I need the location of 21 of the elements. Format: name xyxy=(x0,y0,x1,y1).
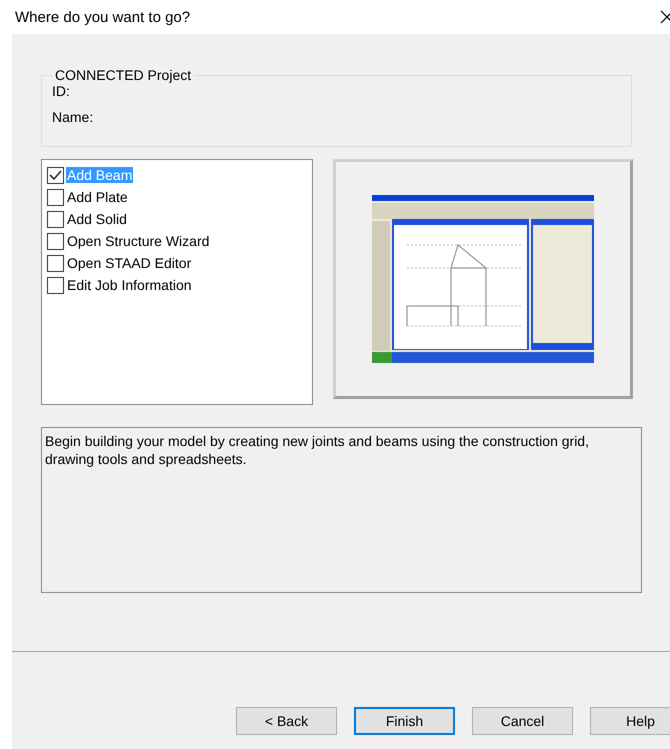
option-item[interactable]: Add Plate xyxy=(66,189,129,205)
option-item[interactable]: Open STAAD Editor xyxy=(66,255,192,271)
checkbox[interactable] xyxy=(47,232,64,250)
checkbox[interactable] xyxy=(47,210,64,228)
option-item[interactable]: Edit Job Information xyxy=(66,277,193,293)
field-label: Name: xyxy=(52,109,94,125)
dialog-button[interactable]: Help xyxy=(590,707,670,735)
option-item[interactable]: Add Solid xyxy=(66,211,128,227)
option-item[interactable]: Open Structure Wizard xyxy=(66,233,210,249)
checkbox[interactable] xyxy=(47,166,64,184)
dialog-button[interactable]: Finish xyxy=(354,707,455,735)
description-text: Begin building your model by creating new joints and beams using the construction grid, drawing tools and spreadsheets. xyxy=(41,427,642,593)
window-title: Where do you want to go? xyxy=(15,8,190,26)
dialog-button[interactable]: < Back xyxy=(236,707,337,735)
checkbox[interactable] xyxy=(47,254,64,272)
dialog-button[interactable]: Cancel xyxy=(472,707,573,735)
group-legend: CONNECTED Project xyxy=(52,67,194,83)
checkbox[interactable] xyxy=(47,188,64,206)
close-icon[interactable] xyxy=(658,10,670,24)
checkbox[interactable] xyxy=(47,276,64,294)
field-label: ID: xyxy=(52,83,71,99)
